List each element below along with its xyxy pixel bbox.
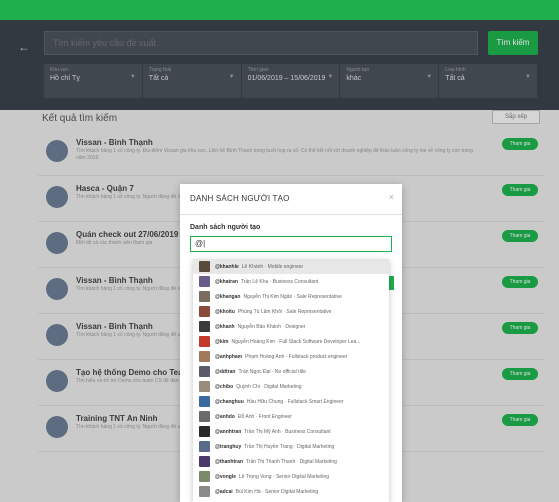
avatar [199,366,210,377]
user-description: Nguyễn Thị Kim Ngân · Sale Representativ… [243,293,342,300]
user-description: Hầu Hữu Chung · Fullstack Smart Engineer [246,398,344,405]
user-description: Trần Ngọc Đại · No official title [238,368,306,375]
top-brand-bar [0,0,559,20]
dropdown-item[interactable]: @anhdo Đỗ Anh · Front Engineer [193,409,389,424]
modal-title: DANH SÁCH NGƯỜI TẠO [190,194,290,203]
avatar [199,456,210,467]
user-handle: @khanhle [215,263,239,270]
user-description: Nguyễn Bảo Khánh · Designer [237,323,306,330]
user-handle: @annhtran [215,428,242,435]
avatar [199,441,210,452]
user-description: Phùng Tú Lâm Khôi · Sale Representative [237,308,332,315]
user-handle: @tranghuy [215,443,242,450]
user-description: Trần Thị Thanh Thanh · Digital Marketing [245,458,337,465]
user-handle: @thanhtran [215,458,243,465]
divider [180,214,402,215]
avatar [199,486,210,497]
avatar [199,381,210,392]
dropdown-item[interactable]: @anhpham Phạm Hoàng Anh · Fullstack produ… [193,349,389,364]
user-description: Đỗ Anh · Front Engineer [237,413,292,420]
dropdown-item[interactable]: @kim Nguyễn Hoàng Kim · Full Stack Softwa… [193,334,389,349]
avatar [199,276,210,287]
avatar [199,411,210,422]
avatar [199,396,210,407]
user-handle: @anhpham [215,353,243,360]
dropdown-item[interactable]: @khanh Nguyễn Bảo Khánh · Designer [193,319,389,334]
user-handle: @khanh [215,323,235,330]
dropdown-item[interactable]: @annhtran Trần Thị Mỹ Anh · Business Cons… [193,424,389,439]
dropdown-item[interactable]: @ddtran Trần Ngọc Đại · No official title [193,364,389,379]
user-handle: @vongle [215,473,236,480]
user-handle: @khangan [215,293,241,300]
user-description: Trần Thị Huyền Trang · Digital Marketing [244,443,335,450]
user-description: Trần Lệ Kha · Business Consultant [240,278,319,285]
avatar [199,291,210,302]
dropdown-item[interactable]: @khanhle Lê Khánh · Mobile engineer [193,259,389,274]
user-description: Nguyễn Hoàng Kim · Full Stack Software D… [231,338,361,345]
mention-dropdown: @khanhle Lê Khánh · Mobile engineer @khatr… [193,259,389,502]
avatar [199,471,210,482]
dropdown-item[interactable]: @chibo Quỳnh Chi · Digital Marketing [193,379,389,394]
user-handle: @anhdo [215,413,235,420]
avatar [199,336,210,347]
user-description: Lê Khánh · Mobile engineer [241,263,304,270]
avatar [199,426,210,437]
dropdown-item[interactable]: @adcai Bùi Kim Hà · Senior Digital Market… [193,484,389,499]
avatar [199,321,210,332]
dropdown-item[interactable]: @tranghuy Trần Thị Huyền Trang · Digital … [193,439,389,454]
user-handle: @ddtran [215,368,236,375]
user-description: Lê Trọng Vong · Senior Digital Marketing [239,473,330,480]
avatar [199,351,210,362]
dropdown-item[interactable]: @khangan Nguyễn Thị Kim Ngân · Sale Repre… [193,289,389,304]
user-handle: @adcai [215,488,233,495]
dropdown-item[interactable]: @khoitu Phùng Tú Lâm Khôi · Sale Represen… [193,304,389,319]
user-handle: @chibo [215,383,234,390]
user-description: Trần Thị Mỹ Anh · Business Consultant [244,428,331,435]
dropdown-item[interactable]: @thanhtran Trần Thị Thanh Thanh · Digital… [193,454,389,469]
avatar [199,261,210,272]
creator-search-input[interactable]: @| [190,236,392,252]
user-handle: @khoitu [215,308,235,315]
dropdown-item[interactable]: @vongle Lê Trọng Vong · Senior Digital Ma… [193,469,389,484]
close-icon[interactable]: × [389,192,394,202]
user-description: Phạm Hoàng Anh · Fullstack product engin… [245,353,348,360]
user-handle: @khatran [215,278,238,285]
dropdown-item[interactable]: @khatran Trần Lệ Kha · Business Consultan… [193,274,389,289]
field-label: Danh sách người tạo [190,224,261,231]
user-handle: @kim [215,338,229,345]
user-description: Quỳnh Chi · Digital Marketing [236,383,302,390]
user-handle: @changhuu [215,398,244,405]
avatar [199,306,210,317]
dropdown-item[interactable]: @changhuu Hầu Hữu Chung · Fullstack Smart… [193,394,389,409]
user-description: Bùi Kim Hà · Senior Digital Marketing [235,488,319,495]
